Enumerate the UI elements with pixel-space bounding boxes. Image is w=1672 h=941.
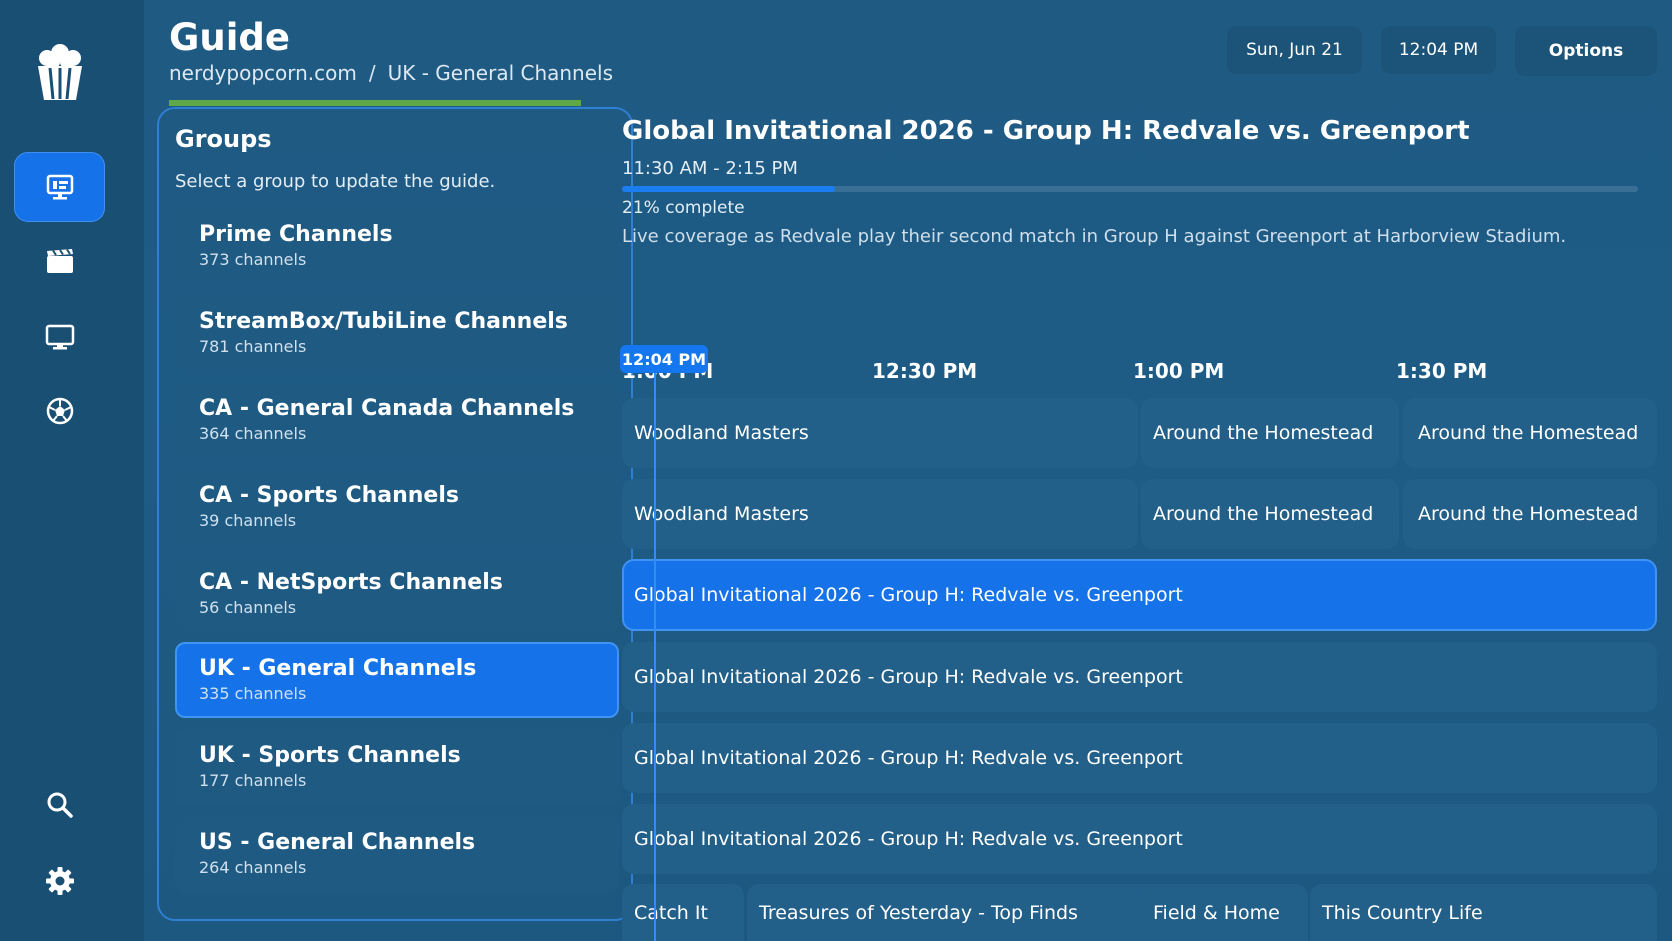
series-tv-icon xyxy=(45,324,74,350)
time-slot: 12:30 PM xyxy=(872,359,978,383)
group-item[interactable]: Prime Channels 373 channels xyxy=(175,208,619,284)
group-item[interactable]: UK - Sports Channels 177 channels xyxy=(175,729,619,805)
group-count: 364 channels xyxy=(199,424,307,443)
program-cell[interactable]: This Country Life xyxy=(1310,884,1657,941)
group-count: 781 channels xyxy=(199,337,307,356)
group-name: Prime Channels xyxy=(199,222,393,247)
group-name: UK - Sports Channels xyxy=(199,743,461,768)
sports-ball-icon xyxy=(46,397,73,425)
program-progress-bar xyxy=(622,186,1638,192)
program-description: Live coverage as Redvale play their seco… xyxy=(622,226,1567,247)
group-count: 373 channels xyxy=(199,250,307,269)
live-tv-icon xyxy=(46,174,73,200)
options-button[interactable]: Options xyxy=(1515,26,1657,76)
breadcrumb: nerdypopcorn.com / UK - General Channels xyxy=(169,61,613,85)
nav-movies[interactable] xyxy=(14,227,105,297)
group-name: CA - Sports Channels xyxy=(199,483,459,508)
program-cell[interactable]: Around the Homestead xyxy=(1141,479,1399,549)
group-name: CA - General Canada Channels xyxy=(199,396,575,421)
group-name: US - General Channels xyxy=(199,830,476,855)
group-count: 56 channels xyxy=(199,598,297,617)
page-title: Guide xyxy=(169,16,290,59)
groups-subtitle: Select a group to update the guide. xyxy=(175,171,496,192)
program-progress-label: 21% complete xyxy=(622,198,745,218)
program-cell[interactable]: Around the Homestead xyxy=(1141,398,1399,468)
group-name: StreamBox/TubiLine Channels xyxy=(199,309,568,334)
movies-icon xyxy=(46,248,73,273)
program-cell[interactable]: Woodland Masters xyxy=(622,479,1138,549)
group-count: 39 channels xyxy=(199,511,297,530)
group-item[interactable]: StreamBox/TubiLine Channels 781 channels xyxy=(175,295,619,371)
program-progress-fill xyxy=(622,186,836,192)
nav-sports[interactable] xyxy=(14,376,105,446)
program-cell[interactable]: Global Invitational 2026 - Group H: Redv… xyxy=(622,723,1657,793)
group-count: 177 channels xyxy=(199,771,307,790)
program-cell-selected[interactable]: Global Invitational 2026 - Group H: Redv… xyxy=(622,559,1657,631)
program-cell[interactable]: Global Invitational 2026 - Group H: Redv… xyxy=(622,804,1657,874)
program-cell[interactable]: Around the Homestead xyxy=(1403,479,1657,549)
now-indicator-line xyxy=(654,372,656,941)
date-display: Sun, Jun 21 xyxy=(1227,26,1362,74)
program-cell[interactable]: Field & Home xyxy=(1141,884,1308,941)
group-name: UK - General Channels xyxy=(199,656,477,681)
breadcrumb-separator: / xyxy=(368,61,376,85)
breadcrumb-current: UK - General Channels xyxy=(387,61,614,85)
group-name: CA - NetSports Channels xyxy=(199,570,503,595)
side-nav xyxy=(0,0,144,941)
breadcrumb-provider[interactable]: nerdypopcorn.com xyxy=(169,61,357,85)
group-item[interactable]: CA - Sports Channels 39 channels xyxy=(175,469,619,545)
nav-settings[interactable] xyxy=(14,846,105,916)
program-cell[interactable]: Woodland Masters xyxy=(622,398,1138,468)
nav-search[interactable] xyxy=(14,770,105,840)
time-slot: 1:00 PM xyxy=(1133,359,1225,383)
nav-series[interactable] xyxy=(14,302,105,372)
search-icon xyxy=(47,792,73,818)
group-item[interactable]: CA - General Canada Channels 364 channel… xyxy=(175,382,619,458)
gear-icon xyxy=(45,867,74,895)
program-cell[interactable]: Around the Homestead xyxy=(1403,398,1657,468)
group-item[interactable]: US - General Channels 264 channels xyxy=(175,816,619,892)
group-item[interactable]: CA - NetSports Channels 56 channels xyxy=(175,556,619,632)
now-indicator-badge: 12:04 PM xyxy=(620,345,708,373)
time-slot: 1:30 PM xyxy=(1396,359,1488,383)
program-title: Global Invitational 2026 - Group H: Redv… xyxy=(622,116,1470,146)
groups-title: Groups xyxy=(175,125,272,153)
group-item-selected[interactable]: UK - General Channels 335 channels xyxy=(175,642,619,718)
nav-live-tv[interactable] xyxy=(14,152,105,222)
popcorn-logo-icon xyxy=(33,44,87,102)
program-time: 11:30 AM - 2:15 PM xyxy=(622,158,798,179)
group-count: 335 channels xyxy=(199,684,307,703)
program-cell[interactable]: Catch It xyxy=(622,884,744,941)
preview-strip xyxy=(169,100,581,106)
program-cell[interactable]: Global Invitational 2026 - Group H: Redv… xyxy=(622,642,1657,712)
group-count: 264 channels xyxy=(199,858,307,877)
clock-display: 12:04 PM xyxy=(1381,26,1496,74)
